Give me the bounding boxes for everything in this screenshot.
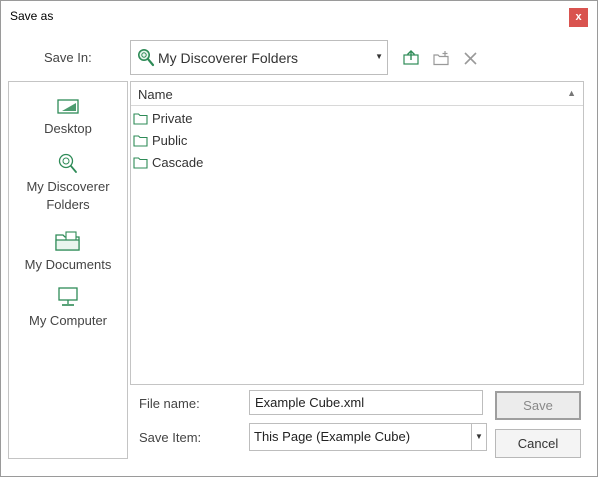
save-button[interactable]: Save [495, 391, 581, 420]
save-item-dropdown[interactable]: This Page (Example Cube) ▼ [249, 423, 487, 451]
close-button[interactable]: x [569, 8, 588, 27]
file-name-input[interactable] [249, 390, 483, 415]
save-as-dialog: Save as x Save In: My Discoverer Folders… [0, 0, 598, 477]
folder-icon [133, 135, 148, 147]
title-bar: Save as x [1, 1, 597, 31]
place-label: My Computer [28, 313, 108, 328]
chevron-down-icon: ▼ [375, 52, 383, 61]
place-desktop[interactable]: Desktop [9, 96, 127, 138]
list-item[interactable]: Cascade [132, 153, 580, 173]
place-my-computer[interactable]: My Computer [9, 286, 127, 330]
folder-icon [133, 113, 148, 125]
save-in-dropdown[interactable]: My Discoverer Folders ▼ [130, 40, 388, 75]
delete-icon[interactable] [462, 49, 480, 67]
new-folder-icon[interactable] [432, 49, 450, 67]
place-my-documents[interactable]: My Documents [9, 230, 127, 274]
file-name: Cascade [152, 155, 204, 170]
save-item-label: Save Item: [139, 430, 202, 445]
save-in-label: Save In: [44, 50, 92, 65]
sort-ascending-icon: ▲ [567, 88, 576, 98]
computer-icon [58, 287, 78, 306]
cancel-button[interactable]: Cancel [495, 429, 581, 458]
file-name: Public [152, 133, 188, 148]
up-folder-icon[interactable] [402, 49, 420, 67]
search-icon [138, 49, 155, 67]
place-my-discoverer-folders[interactable]: My Discoverer Folders [9, 152, 127, 214]
save-item-value: This Page (Example Cube) [254, 429, 411, 444]
column-header-label: Name [138, 87, 173, 102]
place-label: My Documents [24, 257, 112, 272]
list-item[interactable]: Private [132, 109, 580, 129]
place-label: Desktop [44, 121, 92, 136]
folder-icon [133, 157, 148, 169]
save-in-value: My Discoverer Folders [158, 50, 299, 66]
places-bar: Desktop My Discoverer Folders My Documen… [8, 81, 128, 459]
chevron-down-icon[interactable]: ▼ [471, 424, 486, 450]
file-name: Private [152, 111, 193, 126]
place-label: My Discoverer Folders [26, 179, 110, 212]
file-list[interactable]: Name ▲ Private Public Cascade [130, 81, 584, 385]
documents-icon [55, 231, 80, 251]
file-name-label: File name: [139, 396, 200, 411]
column-header-name[interactable]: Name ▲ [131, 82, 583, 106]
list-item[interactable]: Public [132, 131, 580, 151]
desktop-icon [57, 99, 79, 114]
search-icon [58, 153, 77, 173]
dialog-title: Save as [10, 9, 54, 23]
